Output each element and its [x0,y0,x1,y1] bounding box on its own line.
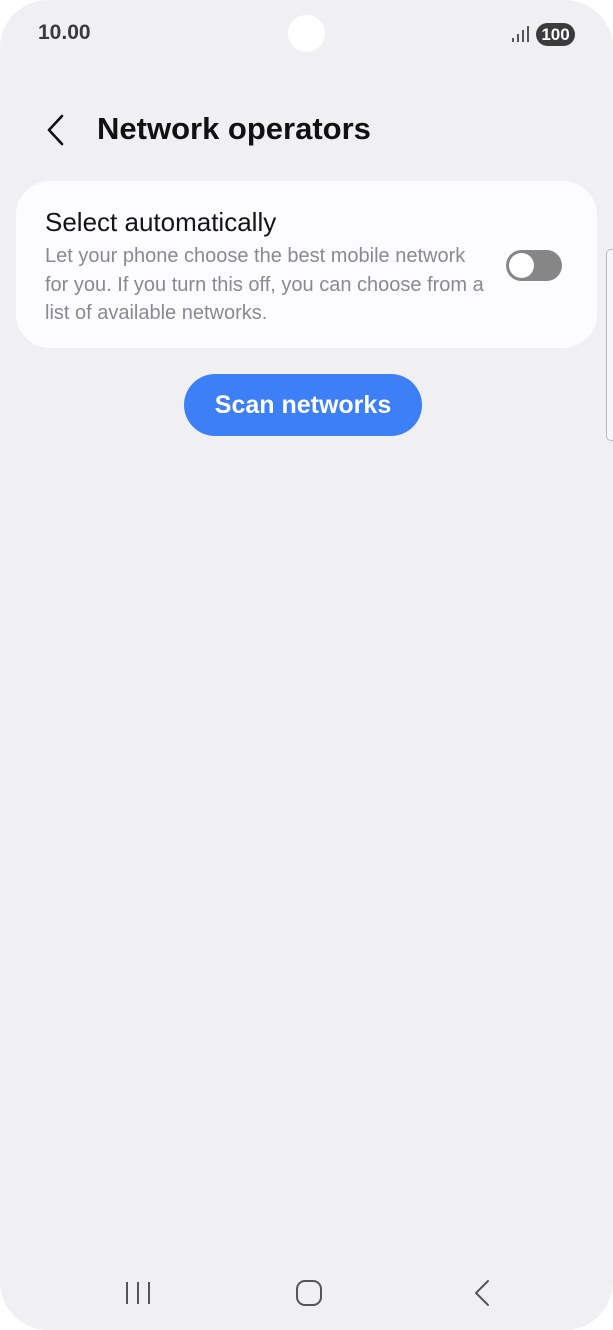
recent-apps-icon [126,1282,150,1304]
select-automatically-card[interactable]: Select automatically Let your phone choo… [16,181,597,348]
select-automatically-description: Let your phone choose the best mobile ne… [45,245,484,324]
screen: 10.00 100 Network operators Select autom… [0,0,613,1330]
scan-networks-button[interactable]: Scan networks [184,374,422,436]
nav-back-button[interactable] [452,1268,512,1318]
battery-icon: 100 [536,23,575,46]
scroll-handle[interactable] [606,249,613,441]
back-icon [475,1280,489,1306]
home-button[interactable] [279,1268,339,1318]
chevron-left-icon [47,114,64,146]
home-icon [296,1280,322,1306]
select-automatically-toggle[interactable] [506,250,562,281]
select-automatically-title: Select automatically [45,207,277,237]
toggle-knob [509,253,534,278]
page-title: Network operators [97,111,371,146]
camera-cutout [288,15,325,52]
recent-apps-button[interactable] [108,1268,168,1318]
back-button[interactable] [34,108,78,152]
signal-icon [512,26,529,42]
status-time: 10.00 [38,21,91,44]
